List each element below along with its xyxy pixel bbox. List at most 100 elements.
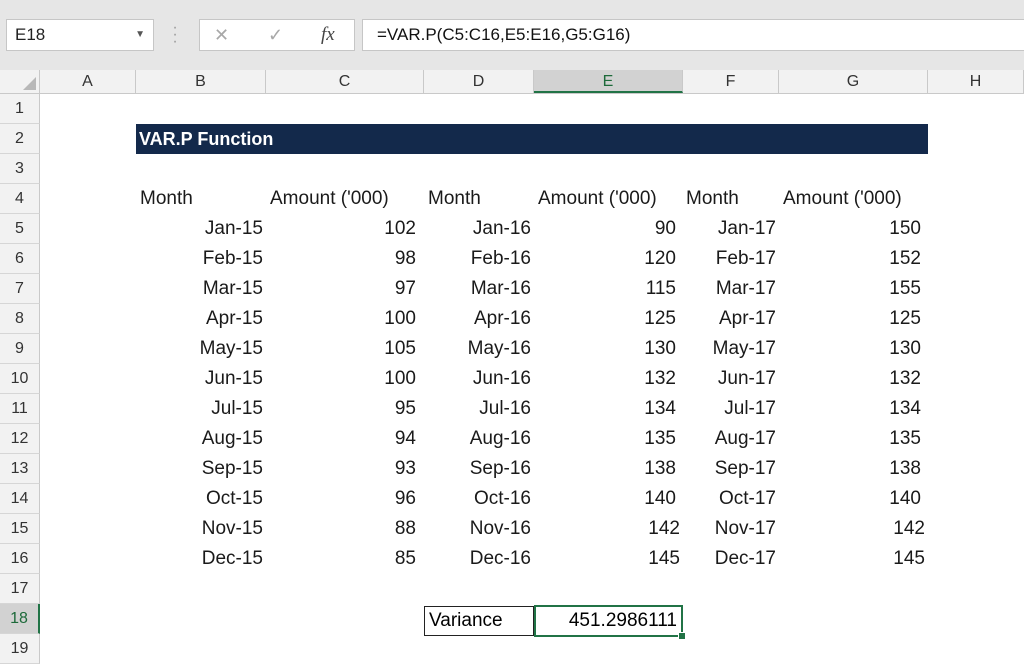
cell-amount-2017[interactable]: 140 — [889, 484, 921, 514]
cell-month-2016[interactable]: Feb-16 — [471, 244, 531, 274]
cell-month-2017[interactable]: Jul-17 — [724, 394, 776, 424]
cell-amount-2016[interactable]: 135 — [644, 424, 676, 454]
name-box[interactable]: E18 ▼ — [6, 19, 154, 51]
cell-month-2016[interactable]: Mar-16 — [471, 274, 531, 304]
cell-amount-2015[interactable]: 102 — [384, 214, 416, 244]
cell-amount-2016[interactable]: 140 — [644, 484, 676, 514]
cell-amount-2017[interactable]: 155 — [889, 274, 921, 304]
enter-check-icon[interactable]: ✓ — [268, 20, 283, 50]
row-header[interactable]: 13 — [0, 454, 40, 484]
cell-amount-2017[interactable]: 125 — [889, 304, 921, 334]
cell-amount-2016[interactable]: 138 — [644, 454, 676, 484]
row-header[interactable]: 17 — [0, 574, 40, 604]
column-header-c[interactable]: C — [266, 70, 424, 93]
chevron-down-icon[interactable]: ▼ — [135, 20, 145, 50]
cell-month-2017[interactable]: Apr-17 — [719, 304, 776, 334]
cell-amount-2015[interactable]: 98 — [395, 244, 416, 274]
row-header[interactable]: 8 — [0, 304, 40, 334]
cell-amount-2016[interactable]: 134 — [644, 394, 676, 424]
cell-amount-2015[interactable]: 88 — [395, 514, 416, 544]
row-header[interactable]: 12 — [0, 424, 40, 454]
cell-amount-2017[interactable]: 135 — [889, 424, 921, 454]
cell-month-2015[interactable]: Jul-15 — [211, 394, 263, 424]
row-header[interactable]: 4 — [0, 184, 40, 214]
header-month-2016[interactable]: Month — [428, 184, 481, 214]
variance-value-cell[interactable]: 451.2986111 — [534, 605, 683, 637]
cell-month-2015[interactable]: Dec-15 — [202, 544, 263, 574]
cell-month-2016[interactable]: Oct-16 — [474, 484, 531, 514]
cell-month-2017[interactable]: Jun-17 — [718, 364, 776, 394]
cell-amount-2017[interactable]: 130 — [889, 334, 921, 364]
cancel-icon[interactable]: ✕ — [214, 20, 229, 50]
cell-amount-2015[interactable]: 93 — [395, 454, 416, 484]
cell-amount-2017[interactable]: 134 — [889, 394, 921, 424]
row-header[interactable]: 19 — [0, 634, 40, 664]
cell-amount-2017[interactable]: 132 — [889, 364, 921, 394]
cell-amount-2016[interactable]: 130 — [644, 334, 676, 364]
cell-amount-2015[interactable]: 100 — [384, 364, 416, 394]
cell-amount-2015[interactable]: 97 — [395, 274, 416, 304]
cell-month-2016[interactable]: Jan-16 — [473, 214, 531, 244]
cell-month-2016[interactable]: Jul-16 — [479, 394, 531, 424]
cell-month-2015[interactable]: Mar-15 — [203, 274, 263, 304]
cell-month-2015[interactable]: May-15 — [200, 334, 263, 364]
row-header[interactable]: 15 — [0, 514, 40, 544]
row-header[interactable]: 10 — [0, 364, 40, 394]
variance-label[interactable]: Variance — [424, 606, 534, 636]
fill-handle[interactable] — [678, 632, 686, 640]
sheet-title[interactable]: VAR.P Function — [136, 124, 928, 154]
cell-month-2016[interactable]: Nov-16 — [470, 514, 531, 544]
row-header[interactable]: 2 — [0, 124, 40, 154]
header-month-2015[interactable]: Month — [140, 184, 193, 214]
row-header[interactable]: 9 — [0, 334, 40, 364]
column-header-h[interactable]: H — [928, 70, 1024, 93]
row-header[interactable]: 7 — [0, 274, 40, 304]
cell-amount-2015[interactable]: 100 — [384, 304, 416, 334]
column-header-b[interactable]: B — [136, 70, 266, 93]
cell-amount-2016[interactable]: 125 — [644, 304, 676, 334]
cell-month-2016[interactable]: Dec-16 — [470, 544, 531, 574]
cell-month-2017[interactable]: Mar-17 — [716, 274, 776, 304]
cell-month-2015[interactable]: Nov-15 — [202, 514, 263, 544]
cell-month-2015[interactable]: Oct-15 — [206, 484, 263, 514]
cell-amount-2015[interactable]: 95 — [395, 394, 416, 424]
cell-month-2017[interactable]: Dec-17 — [715, 544, 776, 574]
row-header[interactable]: 1 — [0, 94, 40, 124]
cell-month-2015[interactable]: Aug-15 — [202, 424, 263, 454]
cell-month-2016[interactable]: Jun-16 — [473, 364, 531, 394]
cell-month-2017[interactable]: Oct-17 — [719, 484, 776, 514]
row-header[interactable]: 16 — [0, 544, 40, 574]
cell-month-2015[interactable]: Apr-15 — [206, 304, 263, 334]
cell-amount-2017[interactable]: 145 — [893, 544, 925, 574]
header-month-2017[interactable]: Month — [686, 184, 739, 214]
row-header[interactable]: 5 — [0, 214, 40, 244]
cell-amount-2016[interactable]: 90 — [655, 214, 676, 244]
cell-month-2017[interactable]: Feb-17 — [716, 244, 776, 274]
cell-month-2015[interactable]: Jun-15 — [205, 364, 263, 394]
cell-amount-2016[interactable]: 145 — [648, 544, 680, 574]
cell-month-2017[interactable]: Jan-17 — [718, 214, 776, 244]
header-amount-2015[interactable]: Amount ('000) — [270, 184, 389, 214]
insert-function-icon[interactable]: fx — [321, 20, 335, 50]
drag-handle-icon[interactable]: · · · — [171, 20, 179, 50]
cell-month-2016[interactable]: May-16 — [468, 334, 531, 364]
cell-month-2016[interactable]: Aug-16 — [470, 424, 531, 454]
header-amount-2017[interactable]: Amount ('000) — [783, 184, 902, 214]
formula-input[interactable]: =VAR.P(C5:C16,E5:E16,G5:G16) — [362, 19, 1024, 51]
row-header[interactable]: 3 — [0, 154, 40, 184]
cell-amount-2016[interactable]: 120 — [644, 244, 676, 274]
cell-amount-2016[interactable]: 115 — [646, 274, 676, 304]
cell-amount-2015[interactable]: 96 — [395, 484, 416, 514]
cell-month-2017[interactable]: May-17 — [713, 334, 776, 364]
cell-amount-2017[interactable]: 142 — [893, 514, 925, 544]
column-header-f[interactable]: F — [683, 70, 779, 93]
select-all-button[interactable] — [0, 70, 40, 93]
cell-month-2015[interactable]: Jan-15 — [205, 214, 263, 244]
row-header[interactable]: 18 — [0, 604, 40, 634]
column-header-e[interactable]: E — [534, 70, 683, 93]
cell-amount-2016[interactable]: 142 — [648, 514, 680, 544]
cell-month-2017[interactable]: Aug-17 — [715, 424, 776, 454]
cell-month-2015[interactable]: Sep-15 — [202, 454, 263, 484]
column-header-a[interactable]: A — [40, 70, 136, 93]
cell-amount-2015[interactable]: 105 — [384, 334, 416, 364]
